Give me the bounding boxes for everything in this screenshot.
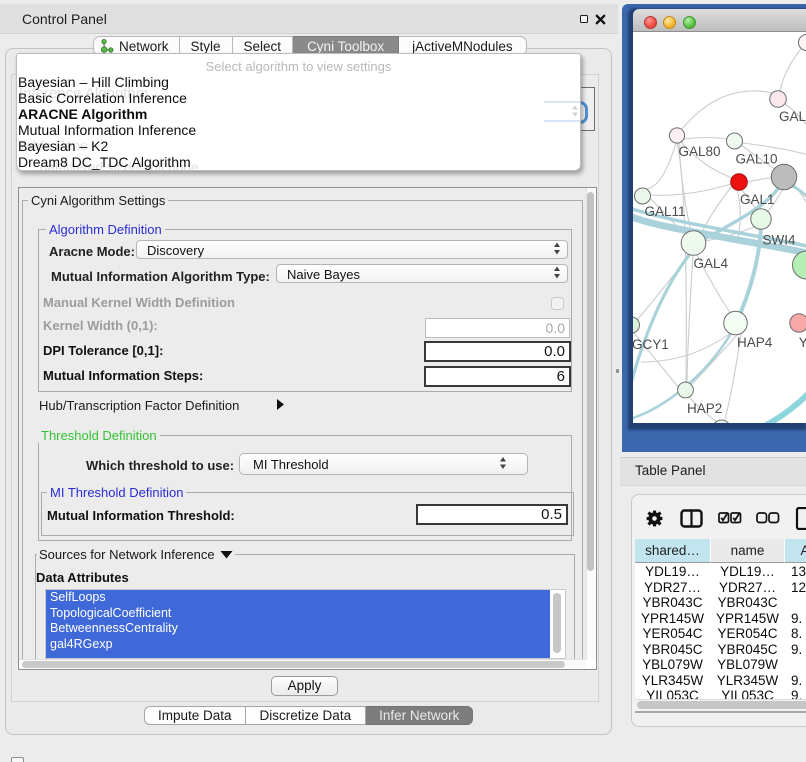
svg-text:GAL1: GAL1 (740, 192, 775, 207)
svg-text:GAL10: GAL10 (736, 152, 778, 167)
svg-text:SWI4: SWI4 (763, 233, 796, 248)
svg-text:GAL11: GAL11 (645, 204, 686, 219)
svg-text:GAL80: GAL80 (679, 144, 721, 159)
svg-text:Y: Y (799, 335, 806, 350)
svg-text:GAL4: GAL4 (694, 256, 729, 271)
svg-text:HAP2: HAP2 (687, 401, 722, 416)
svg-text:GAL7: GAL7 (779, 109, 806, 124)
svg-text:HAP4: HAP4 (737, 335, 773, 350)
svg-text:GCY1: GCY1 (633, 337, 669, 352)
